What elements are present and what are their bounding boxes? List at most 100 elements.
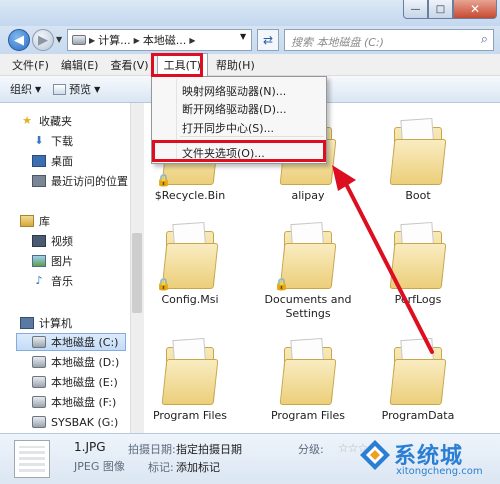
preview-icon bbox=[53, 83, 67, 95]
nav-item-drive-c[interactable]: 本地磁盘 (C:) bbox=[32, 332, 118, 352]
nav-label: 桌面 bbox=[51, 155, 73, 168]
computer-icon bbox=[20, 317, 34, 329]
lock-icon: 🔒 bbox=[274, 277, 289, 291]
chevron-down-icon: ▼ bbox=[94, 84, 101, 94]
nav-item-drive-e[interactable]: 本地磁盘 (E:) bbox=[32, 372, 118, 392]
folder-item[interactable]: 🔒 Config.Msi bbox=[145, 219, 240, 307]
close-button[interactable]: ✕ bbox=[453, 0, 497, 19]
minimize-button[interactable]: — bbox=[403, 0, 428, 19]
file-thumbnail bbox=[14, 440, 50, 478]
details-tags-value[interactable]: 添加标记 bbox=[176, 459, 220, 475]
nav-label: 视频 bbox=[51, 235, 73, 248]
history-dropdown-icon[interactable]: ▼ bbox=[56, 35, 62, 44]
nav-favorites[interactable]: ★ 收藏夹 bbox=[20, 111, 72, 131]
nav-libraries[interactable]: 库 bbox=[20, 211, 50, 231]
organize-button[interactable]: 组织 ▼ bbox=[10, 81, 41, 97]
preview-button[interactable]: 预览 ▼ bbox=[53, 81, 100, 97]
sidebar-scrollbar-thumb[interactable] bbox=[132, 233, 142, 313]
preview-label: 预览 bbox=[69, 83, 92, 96]
folder-item[interactable]: Program Files bbox=[145, 335, 240, 423]
watermark-logo-icon bbox=[360, 440, 390, 470]
nav-item-drive-d[interactable]: 本地磁盘 (D:) bbox=[32, 352, 119, 372]
nav-label: 本地磁盘 (D:) bbox=[51, 356, 120, 369]
drive-icon bbox=[32, 356, 46, 368]
desktop-icon bbox=[32, 155, 46, 167]
explorer-window: — □ ✕ ◀ ▶ ▼ ▶ 计算... ▶ 本地磁... ▶ ▼ ⇄ 搜索 本地… bbox=[0, 0, 500, 484]
menu-item-disconnect-drive[interactable]: 断开网络驱动器(D)... bbox=[182, 101, 287, 117]
address-toolbar: ◀ ▶ ▼ ▶ 计算... ▶ 本地磁... ▶ ▼ ⇄ 搜索 本地磁盘 (C:… bbox=[0, 26, 500, 54]
library-icon bbox=[20, 215, 34, 227]
nav-item-music[interactable]: ♪ 音乐 bbox=[32, 271, 73, 291]
folder-item[interactable]: Program Files bbox=[258, 335, 358, 423]
nav-label: 本地磁盘 (E:) bbox=[51, 376, 118, 389]
folder-item[interactable]: ProgramData bbox=[368, 335, 468, 423]
folder-name: Program Files bbox=[152, 409, 228, 422]
nav-label: 本地磁盘 (C:) bbox=[51, 336, 119, 349]
computer-icon bbox=[72, 35, 86, 45]
menu-item-map-drive[interactable]: 映射网络驱动器(N)... bbox=[182, 83, 286, 99]
menu-gutter bbox=[176, 79, 177, 161]
watermark-url: xitongcheng.com bbox=[396, 466, 483, 477]
folder-item[interactable]: Boot bbox=[368, 115, 468, 203]
menu-edit[interactable]: 编辑(E) bbox=[55, 54, 105, 76]
drive-icon bbox=[32, 376, 46, 388]
nav-label: 计算机 bbox=[39, 317, 72, 330]
nav-label: 收藏夹 bbox=[39, 115, 72, 128]
folder-icon bbox=[389, 219, 447, 289]
nav-item-downloads[interactable]: ⬇ 下载 bbox=[32, 131, 73, 151]
menu-file[interactable]: 文件(F) bbox=[6, 54, 55, 76]
breadcrumb-drive[interactable]: 本地磁... bbox=[143, 32, 187, 48]
search-icon[interactable]: ⌕ bbox=[481, 32, 488, 47]
menu-tools[interactable]: 工具(T) bbox=[156, 52, 208, 77]
breadcrumb-computer[interactable]: 计算... bbox=[98, 32, 131, 48]
menu-item-folder-options[interactable]: 文件夹选项(O)... bbox=[182, 145, 265, 161]
chevron-right-icon: ▶ bbox=[133, 35, 140, 45]
video-icon bbox=[32, 235, 46, 247]
nav-item-drive-g[interactable]: SYSBAK (G:) bbox=[32, 412, 118, 432]
menu-item-sync-center[interactable]: 打开同步中心(S)... bbox=[182, 120, 274, 136]
search-placeholder: 搜索 本地磁盘 (C:) bbox=[291, 36, 384, 49]
forward-button[interactable]: ▶ bbox=[32, 29, 54, 51]
nav-item-desktop[interactable]: 桌面 bbox=[32, 151, 73, 171]
music-icon: ♪ bbox=[35, 274, 43, 287]
drive-icon bbox=[32, 396, 46, 408]
nav-label: SYSBAK (G:) bbox=[51, 415, 119, 429]
lock-icon: 🔒 bbox=[156, 277, 171, 291]
nav-item-drive-f[interactable]: 本地磁盘 (F:) bbox=[32, 392, 116, 412]
folder-item[interactable]: 🔒 Documents and Settings bbox=[258, 219, 358, 321]
folder-icon bbox=[389, 115, 447, 185]
folder-name: PerfLogs bbox=[394, 293, 442, 306]
recent-places-icon bbox=[32, 175, 46, 187]
folder-icon: 🔒 bbox=[274, 219, 337, 291]
drive-icon bbox=[32, 416, 46, 428]
refresh-button[interactable]: ⇄ bbox=[257, 29, 279, 51]
folder-name: Documents and Settings bbox=[264, 293, 352, 320]
menu-view[interactable]: 查看(V) bbox=[104, 54, 154, 76]
nav-item-pictures[interactable]: 图片 bbox=[32, 251, 73, 271]
nav-label: 最近访问的位置 bbox=[51, 175, 128, 188]
tools-menu: 映射网络驱动器(N)... 断开网络驱动器(D)... 打开同步中心(S)...… bbox=[151, 76, 327, 164]
address-bar[interactable]: ▶ 计算... ▶ 本地磁... ▶ bbox=[67, 29, 252, 51]
download-icon: ⬇ bbox=[34, 134, 44, 147]
details-tags-label: 标记: bbox=[148, 461, 174, 474]
folder-name: Config.Msi bbox=[161, 293, 219, 306]
nav-item-videos[interactable]: 视频 bbox=[32, 231, 73, 251]
folder-name: ProgramData bbox=[381, 409, 455, 422]
search-input[interactable]: 搜索 本地磁盘 (C:) ⌕ bbox=[284, 29, 494, 51]
chevron-right-icon: ▶ bbox=[89, 35, 96, 45]
nav-label: 图片 bbox=[51, 255, 73, 268]
folder-name: Boot bbox=[405, 189, 431, 202]
folder-name: $Recycle.Bin bbox=[154, 189, 226, 202]
nav-label: 本地磁盘 (F:) bbox=[51, 396, 117, 409]
address-dropdown-icon[interactable]: ▼ bbox=[240, 32, 246, 41]
maximize-button[interactable]: □ bbox=[428, 0, 453, 19]
menu-help[interactable]: 帮助(H) bbox=[210, 54, 261, 76]
folder-item[interactable]: PerfLogs bbox=[368, 219, 468, 307]
nav-computer[interactable]: 计算机 bbox=[20, 313, 72, 333]
nav-item-recent[interactable]: 最近访问的位置 bbox=[32, 171, 128, 191]
details-filename: 1.JPG bbox=[74, 440, 106, 454]
details-date-value[interactable]: 指定拍摄日期 bbox=[176, 441, 242, 457]
back-button[interactable]: ◀ bbox=[8, 29, 30, 51]
picture-icon bbox=[32, 255, 46, 267]
chevron-down-icon: ▼ bbox=[35, 84, 42, 94]
